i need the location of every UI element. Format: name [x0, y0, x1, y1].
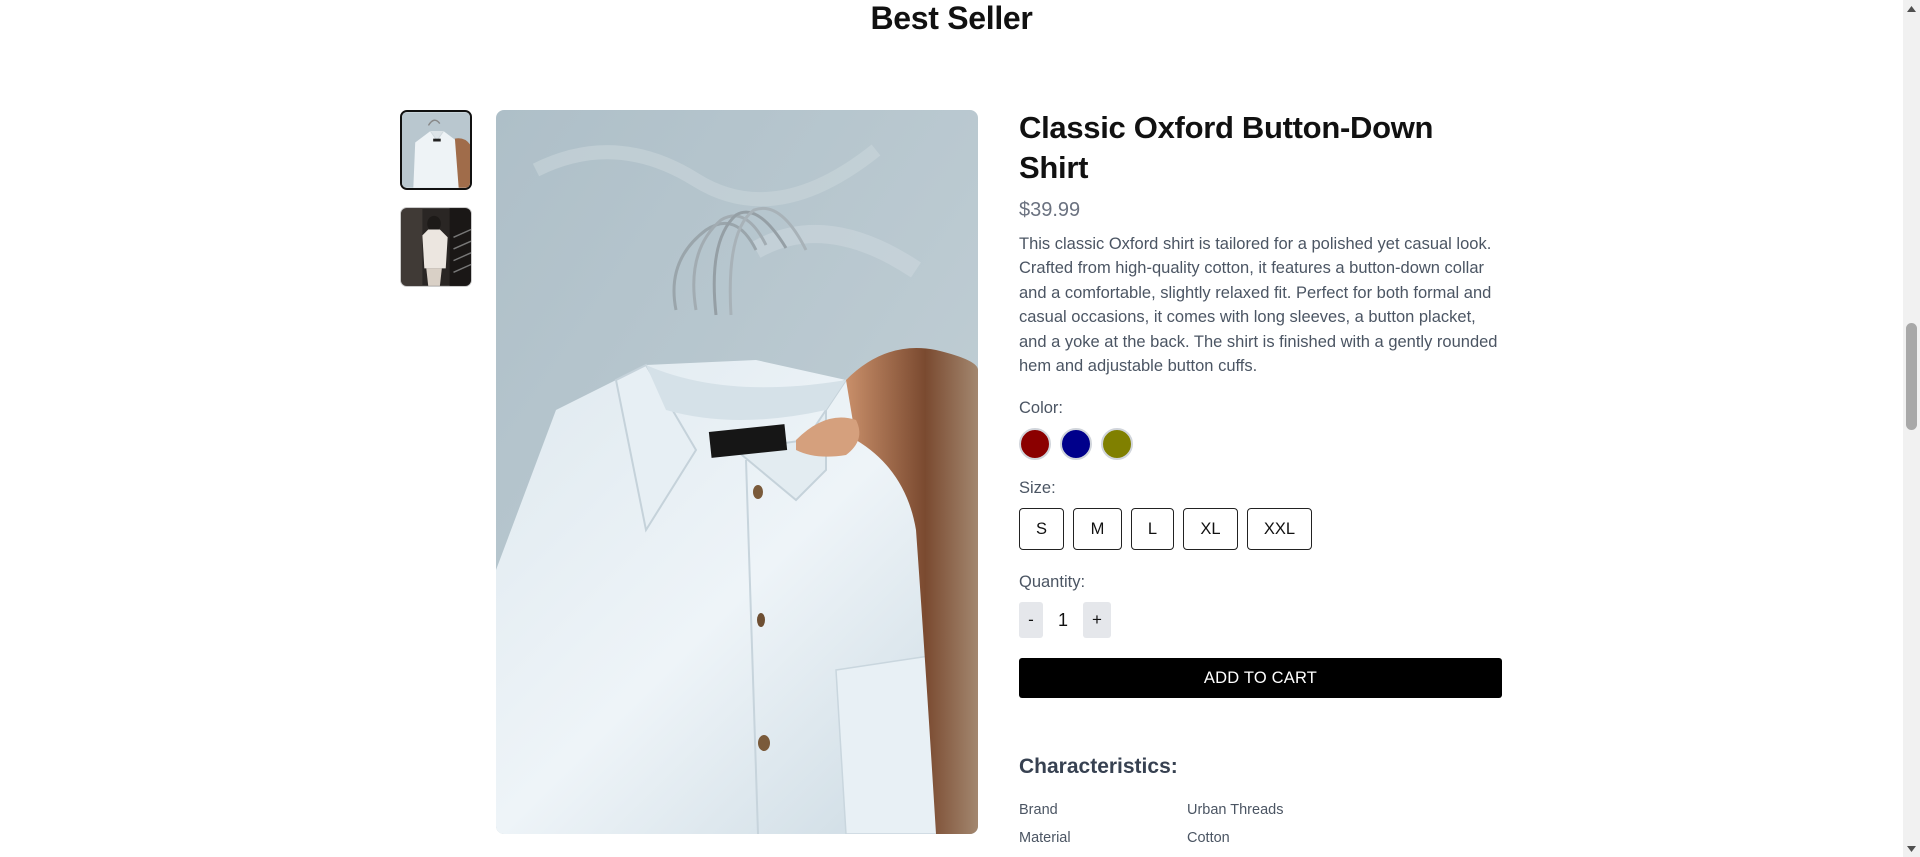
scrollbar-thumb[interactable]: [1906, 323, 1917, 430]
scroll-down-arrow-icon[interactable]: [1903, 840, 1920, 857]
color-swatch-dark-blue[interactable]: [1060, 428, 1092, 461]
product-title: Classic Oxford Button-Down Shirt: [1019, 110, 1434, 185]
product-page: Best Seller Classic Oxford Button-Down S…: [0, 0, 1903, 857]
product-description: This classic Oxford shirt is tailored fo…: [1019, 235, 1498, 376]
quantity-increase-button[interactable]: +: [1083, 602, 1111, 639]
vertical-scrollbar[interactable]: [1903, 0, 1920, 857]
color-swatch-olive[interactable]: [1101, 428, 1133, 461]
thumbnail-shirt-hanger[interactable]: [400, 110, 472, 190]
product-details: Classic Oxford Button-Down Shirt $39.99 …: [1019, 108, 1503, 852]
shirt-on-hanger-thumbnail-icon: [402, 112, 470, 188]
quantity-value: 1: [1057, 609, 1068, 630]
characteristics-title: Characteristics:: [1019, 755, 1178, 779]
main-product-image: [496, 110, 978, 834]
quantity-label: Quantity:: [1019, 573, 1086, 592]
size-button-xxl[interactable]: XXL: [1247, 508, 1312, 551]
size-button-s[interactable]: S: [1019, 508, 1064, 551]
person-in-shirt-thumbnail-icon: [401, 208, 471, 286]
quantity-decrease-button[interactable]: -: [1019, 602, 1043, 639]
characteristics-row: Material Cotton: [1019, 824, 1503, 852]
color-label: Color:: [1019, 399, 1064, 418]
thumbnail-list: [400, 110, 472, 304]
size-button-xl[interactable]: XL: [1183, 508, 1238, 551]
color-swatches: [1019, 428, 1503, 461]
add-to-cart-button[interactable]: ADD TO CART: [1019, 658, 1502, 699]
characteristic-key: Brand: [1019, 802, 1058, 819]
product-price: $39.99: [1019, 199, 1081, 221]
scroll-up-arrow-icon[interactable]: [1903, 0, 1920, 17]
section-title: Best Seller: [870, 0, 1033, 36]
characteristics-table: Brand Urban Threads Material Cotton: [1019, 796, 1503, 852]
size-button-m[interactable]: M: [1073, 508, 1122, 551]
characteristic-value: Cotton: [1187, 830, 1230, 847]
size-options: S M L XL XXL: [1019, 508, 1503, 551]
size-label: Size:: [1019, 479, 1056, 498]
white-shirt-on-hangers-photo-icon: [496, 110, 978, 834]
color-swatch-dark-red[interactable]: [1019, 428, 1051, 461]
characteristic-key: Material: [1019, 830, 1071, 847]
size-button-l[interactable]: L: [1131, 508, 1174, 551]
quantity-stepper: - 1 +: [1019, 602, 1503, 639]
characteristics-row: Brand Urban Threads: [1019, 796, 1503, 824]
characteristic-value: Urban Threads: [1187, 802, 1284, 819]
thumbnail-person-shirt[interactable]: [400, 207, 472, 287]
